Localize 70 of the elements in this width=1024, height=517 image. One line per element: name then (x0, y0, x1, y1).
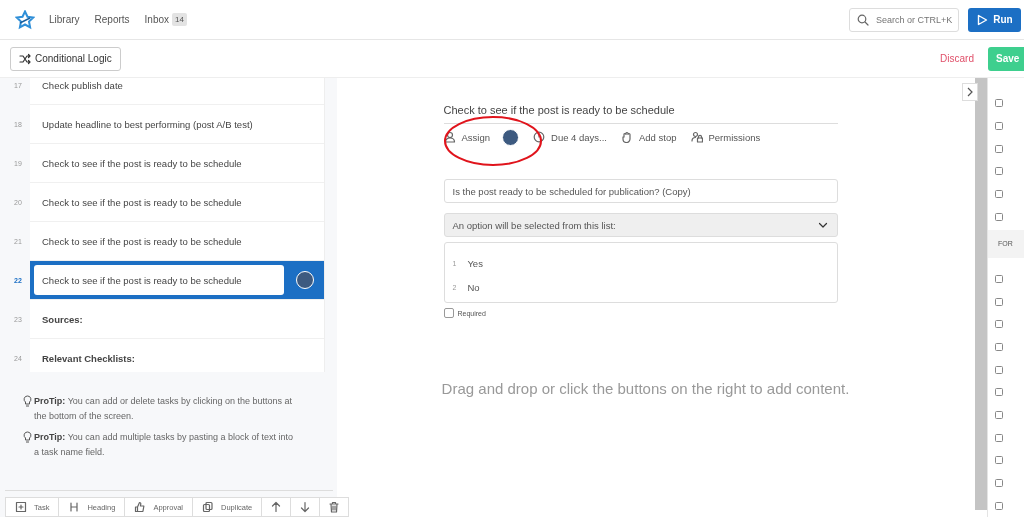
users-lock-icon (690, 131, 703, 143)
square-icon (995, 320, 1003, 329)
discard-button[interactable]: Discard (934, 52, 980, 65)
count-badge: 14 (172, 13, 187, 26)
protip-text: ProTip: You can add multiple tasks by pasting a block of text into a task name field. (34, 431, 293, 459)
square-icon (995, 433, 1003, 442)
square-icon (995, 501, 1003, 510)
square-icon (995, 99, 1003, 108)
delete-button[interactable] (319, 497, 350, 517)
lightbulb-icon (23, 395, 32, 407)
task-item[interactable]: Update headline to best performing (post A/B test) (30, 118, 265, 130)
due-button[interactable]: Due 4 days... (533, 131, 607, 143)
square-icon (995, 167, 1003, 176)
conditional-logic-button[interactable]: Conditional Logic (10, 46, 121, 71)
hand-icon (621, 131, 633, 143)
play-icon (976, 13, 989, 26)
copy-icon (202, 501, 214, 513)
square-icon (995, 122, 1003, 130)
move-up-button[interactable] (261, 497, 292, 517)
nav-link[interactable]: Library (49, 14, 80, 25)
plus-square-icon (15, 501, 27, 513)
avatar (296, 271, 314, 289)
square-icon (995, 365, 1003, 374)
star-logo-icon (15, 9, 35, 30)
clock-icon (533, 131, 545, 143)
arrow-up-icon (270, 501, 283, 513)
task-item[interactable]: Check to see if the post is ready to be schedule (34, 265, 284, 295)
assign-button[interactable]: Assign (443, 131, 490, 143)
scrollbar[interactable] (975, 78, 987, 510)
question-field[interactable]: Is the post ready to be scheduled for publication? (Copy) (443, 179, 838, 203)
avatar (502, 128, 519, 146)
thumbs-up-icon (134, 501, 147, 513)
empty-content-hint: Drag and drop or click the buttons on the right to add content. (441, 380, 850, 397)
person-icon (443, 131, 456, 143)
option-label[interactable]: Yes (467, 257, 483, 269)
square-icon (995, 189, 1003, 198)
heading-item[interactable]: Sources: (30, 313, 95, 325)
square-icon (995, 275, 1003, 283)
heading-icon (68, 501, 81, 513)
run-button[interactable]: Run (968, 7, 1021, 32)
heading-item[interactable]: Relevant Checklists: (30, 352, 147, 364)
option-label[interactable]: No (467, 281, 480, 293)
required-checkbox[interactable] (443, 308, 454, 318)
square-icon (995, 388, 1003, 397)
search-field[interactable]: Search or CTRL+K (849, 7, 959, 32)
task-item[interactable]: Check to see if the post is ready to be schedule (30, 157, 254, 169)
chevron-right-icon (966, 87, 974, 97)
square-icon (995, 144, 1003, 153)
move-down-button[interactable] (290, 497, 321, 517)
collapse-button[interactable] (962, 83, 978, 101)
square-icon (995, 343, 1003, 351)
task-title: Check to see if the post is ready to be schedule (443, 104, 838, 124)
trash-icon (328, 501, 341, 513)
square-icon (995, 410, 1003, 419)
option-dropdown[interactable]: An option will be selected from this list: (443, 213, 838, 237)
square-icon (995, 456, 1003, 465)
task-item[interactable]: Check publish date (30, 79, 135, 91)
task-item[interactable]: Check to see if the post is ready to be schedule (30, 235, 254, 247)
arrow-down-icon (299, 501, 312, 513)
task-item[interactable]: Check to see if the post is ready to be schedule (30, 196, 254, 208)
square-icon (995, 212, 1003, 221)
nav-link[interactable]: Reports (94, 14, 130, 25)
stop-button[interactable]: Add stop (621, 131, 677, 143)
protip-text: ProTip: You can add or delete tasks by clicking on the buttons at the bottom of the screen. (34, 395, 293, 423)
lightbulb-icon (23, 431, 32, 443)
nav-link[interactable]: Inbox 14 (144, 13, 187, 26)
square-icon (995, 478, 1003, 487)
shuffle-icon (19, 52, 31, 65)
permissions-button[interactable]: Permissions (690, 131, 761, 143)
square-icon (995, 297, 1003, 306)
